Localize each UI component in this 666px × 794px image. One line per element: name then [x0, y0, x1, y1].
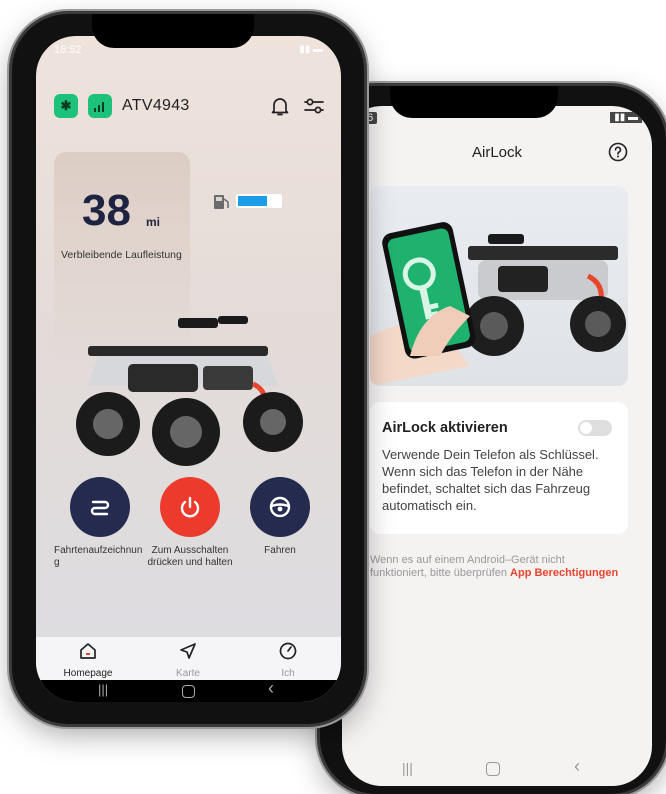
- system-nav-bar: ||| ‹: [342, 752, 652, 786]
- battery-fill: [238, 196, 267, 206]
- notch: [390, 86, 558, 118]
- range-label: Verbleibende Laufleistung: [61, 249, 182, 261]
- android-hint: Wenn es auf einem Android–Gerät nicht fu…: [370, 554, 620, 580]
- signal-icon[interactable]: [88, 94, 112, 118]
- toggle-knob: [580, 422, 592, 434]
- range-unit: mi: [146, 215, 161, 229]
- tab-label: Ich: [281, 668, 295, 679]
- tab-ich[interactable]: Ich: [248, 641, 328, 679]
- bell-icon[interactable]: [268, 94, 292, 118]
- fuel-icon: [214, 195, 229, 209]
- control-label: Zum Ausschalten drücken und halten: [147, 545, 233, 568]
- airlock-screen: :16 ▮▮ ▬ AirLock AirLock aktivieren Verw…: [342, 106, 652, 786]
- bottom-tab-bar: Homepage Karte Ich: [36, 636, 341, 681]
- back-icon[interactable]: ‹: [574, 756, 580, 777]
- profile-icon: [279, 642, 297, 660]
- device-name: ATV4943: [122, 97, 190, 114]
- help-icon[interactable]: [608, 142, 628, 162]
- bluetooth-icon[interactable]: ✱: [54, 94, 78, 118]
- app-permissions-link[interactable]: App Berechtigungen: [510, 567, 618, 579]
- tab-label: Karte: [176, 668, 200, 679]
- tab-karte[interactable]: Karte: [148, 641, 228, 679]
- route-button[interactable]: [70, 477, 130, 537]
- steering-wheel-button[interactable]: [250, 477, 310, 537]
- range-value: 38: [82, 186, 131, 235]
- page-title: AirLock: [471, 144, 523, 161]
- dashboard-phone: 16:52 ▮▮ ▬ ✱ ATV4943 38 mi Verbleibende …: [12, 14, 364, 724]
- route-icon: [90, 500, 110, 516]
- tab-homepage[interactable]: Homepage: [48, 641, 128, 679]
- airlock-card: AirLock aktivieren Verwende Dein Telefon…: [370, 402, 628, 534]
- notch: [92, 14, 254, 48]
- power-icon: [180, 496, 200, 518]
- back-icon[interactable]: ‹: [268, 678, 274, 699]
- navigation-icon: [180, 643, 196, 659]
- atv-image: [76, 316, 303, 466]
- system-nav-bar: ||| ‹: [36, 678, 341, 702]
- dashboard-screen: 16:52 ▮▮ ▬ ✱ ATV4943 38 mi Verbleibende …: [36, 36, 341, 702]
- control-label: Fahren: [264, 545, 296, 556]
- home-nav-icon[interactable]: [486, 762, 500, 776]
- settings-sliders-icon[interactable]: [302, 94, 326, 118]
- home-nav-icon[interactable]: [182, 685, 195, 698]
- airlock-toggle[interactable]: [578, 420, 612, 436]
- status-time: 16:52: [54, 44, 82, 56]
- airlock-card-title: AirLock aktivieren: [382, 420, 508, 436]
- battery-gauge: [236, 194, 282, 208]
- home-icon: [80, 643, 96, 659]
- status-icons: ▮▮ ▬: [299, 44, 323, 55]
- status-icons: ▮▮ ▬: [610, 112, 642, 123]
- steering-wheel-icon: [269, 496, 291, 518]
- recent-apps-icon[interactable]: |||: [98, 682, 108, 697]
- airlock-description: Verwende Dein Telefon als Schlüssel. Wen…: [382, 447, 599, 513]
- recent-apps-icon[interactable]: |||: [402, 760, 413, 776]
- airlock-hero-image: [370, 186, 628, 386]
- tab-label: Homepage: [63, 668, 113, 679]
- airlock-phone: :16 ▮▮ ▬ AirLock AirLock aktivieren Verw…: [320, 86, 666, 794]
- power-button[interactable]: [160, 477, 220, 537]
- dashboard-header: ✱ ATV4943: [54, 94, 326, 120]
